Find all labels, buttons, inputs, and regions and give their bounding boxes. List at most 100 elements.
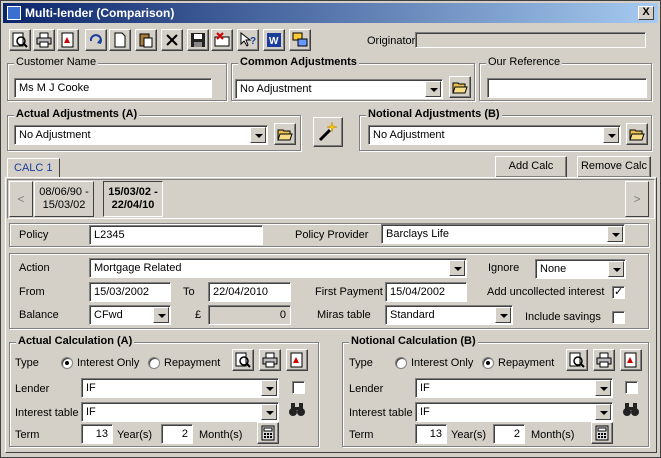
- actual-adjustments-label: Actual Adjustments (A): [14, 108, 140, 120]
- actual-adjustments-select[interactable]: No Adjustment: [14, 125, 268, 145]
- chevron-down-icon[interactable]: [153, 307, 169, 323]
- notional-adjustments-value: No Adjustment: [373, 129, 445, 141]
- save-button[interactable]: [187, 29, 209, 51]
- next-period-button[interactable]: >: [625, 181, 649, 217]
- refresh-button[interactable]: [85, 29, 107, 51]
- action-value: Mortgage Related: [94, 262, 182, 274]
- notional-pdf-button[interactable]: [620, 349, 642, 371]
- chevron-down-icon[interactable]: [261, 404, 277, 420]
- period-tab-2[interactable]: 15/03/02 - 22/04/10: [103, 181, 163, 217]
- paste-button[interactable]: [135, 29, 157, 51]
- close-button[interactable]: X: [638, 6, 654, 20]
- remove-calc-button[interactable]: Remove Calc: [577, 156, 651, 178]
- action-select[interactable]: Mortgage Related: [89, 258, 467, 278]
- actual-months-label: Month(s): [199, 429, 243, 441]
- policy-provider-value: Barclays Life: [386, 228, 449, 240]
- action-label: Action: [19, 262, 50, 274]
- common-adjustments-value: No Adjustment: [240, 83, 312, 95]
- customer-name-field[interactable]: Ms M J Cooke: [14, 78, 212, 98]
- actual-lender-checkbox[interactable]: [292, 381, 305, 394]
- ignore-select[interactable]: None: [535, 259, 626, 279]
- chevron-down-icon[interactable]: [261, 380, 277, 396]
- actual-pdf-button[interactable]: [286, 349, 308, 371]
- notional-interest-only-radio[interactable]: [395, 357, 407, 369]
- notional-calculator-button[interactable]: [591, 422, 613, 444]
- common-adjustments-label: Common Adjustments: [238, 56, 359, 68]
- notional-adjustments-open-button[interactable]: [626, 123, 648, 145]
- chevron-down-icon[interactable]: [425, 81, 441, 97]
- our-reference-label: Our Reference: [486, 56, 563, 68]
- actual-calculation-title: Actual Calculation (A): [16, 335, 135, 347]
- new-document-icon: [114, 32, 126, 48]
- notional-lender-label: Lender: [349, 383, 384, 395]
- pdf-button[interactable]: [57, 29, 79, 51]
- actual-calculator-button[interactable]: [257, 422, 279, 444]
- chevron-down-icon[interactable]: [595, 380, 611, 396]
- print-button[interactable]: [33, 29, 55, 51]
- prev-period-button[interactable]: <: [9, 181, 33, 217]
- actual-interest-only-radio[interactable]: [61, 357, 73, 369]
- policy-provider-select[interactable]: Barclays Life: [381, 224, 625, 244]
- notional-print-button[interactable]: [593, 349, 615, 371]
- notional-find-button[interactable]: [620, 399, 642, 421]
- common-adjustments-select[interactable]: No Adjustment: [235, 79, 443, 99]
- notional-interest-table-select[interactable]: IF: [415, 402, 613, 422]
- notional-repayment-radio[interactable]: [482, 357, 494, 369]
- chevron-down-icon[interactable]: [603, 127, 619, 143]
- our-reference-field[interactable]: [487, 78, 647, 98]
- preview-button[interactable]: [9, 29, 31, 51]
- window-button[interactable]: [289, 29, 311, 51]
- tab-calc-1[interactable]: CALC 1: [7, 158, 60, 178]
- add-uncollected-checkbox[interactable]: [612, 285, 625, 299]
- actual-years-field[interactable]: 13: [81, 424, 113, 444]
- notional-months-field[interactable]: 2: [493, 424, 525, 444]
- svg-text:?: ?: [250, 36, 256, 47]
- chevron-down-icon[interactable]: [250, 127, 266, 143]
- chevron-down-icon[interactable]: [607, 226, 623, 242]
- actual-print-button[interactable]: [259, 349, 281, 371]
- add-calc-button[interactable]: Add Calc: [495, 156, 567, 178]
- magic-wand-icon: [318, 121, 338, 142]
- first-payment-field[interactable]: 15/04/2002: [385, 282, 467, 302]
- help-icon: ?: [240, 32, 256, 47]
- balance-value: CFwd: [94, 309, 123, 321]
- delete-button[interactable]: [161, 29, 183, 51]
- actual-interest-table-select[interactable]: IF: [81, 402, 279, 422]
- to-date-field[interactable]: 22/04/2010: [208, 282, 291, 302]
- word-button[interactable]: W: [263, 29, 285, 51]
- new-document-button[interactable]: [109, 29, 131, 51]
- actual-preview-button[interactable]: [232, 349, 254, 371]
- from-date-field[interactable]: 15/03/2002: [89, 282, 171, 302]
- miras-table-select[interactable]: Standard: [385, 305, 513, 325]
- actual-lender-select[interactable]: IF: [81, 378, 279, 398]
- include-savings-checkbox[interactable]: [612, 311, 625, 324]
- notional-lender-select[interactable]: IF: [415, 378, 613, 398]
- help-button[interactable]: ?: [237, 29, 259, 51]
- policy-field[interactable]: L2345: [89, 225, 263, 245]
- common-adjustments-open-button[interactable]: [449, 76, 471, 98]
- notional-preview-button[interactable]: [566, 349, 588, 371]
- actual-years-label: Year(s): [117, 429, 153, 441]
- window-icon: [292, 32, 308, 47]
- notional-lender-checkbox[interactable]: [625, 381, 638, 394]
- apply-adjustments-button[interactable]: [313, 117, 343, 147]
- pdf-icon: [624, 352, 637, 368]
- actual-months-field[interactable]: 2: [161, 424, 193, 444]
- notional-years-field[interactable]: 13: [415, 424, 447, 444]
- actual-repayment-radio[interactable]: [148, 357, 160, 369]
- balance-select[interactable]: CFwd: [89, 305, 171, 325]
- actual-lender-value: IF: [86, 382, 96, 394]
- chevron-down-icon[interactable]: [595, 404, 611, 420]
- notional-type-label: Type: [349, 357, 373, 369]
- balance-label: Balance: [19, 309, 59, 321]
- chevron-down-icon[interactable]: [449, 260, 465, 276]
- actual-find-button[interactable]: [286, 399, 308, 421]
- currency-label: £: [195, 309, 202, 321]
- period-tab-1[interactable]: 08/06/90 - 15/03/02: [34, 181, 94, 217]
- chevron-down-icon[interactable]: [608, 261, 624, 277]
- notional-interest-table-value: IF: [420, 406, 430, 418]
- clear-button[interactable]: [211, 29, 233, 51]
- notional-adjustments-select[interactable]: No Adjustment: [368, 125, 621, 145]
- chevron-down-icon[interactable]: [495, 307, 511, 323]
- actual-adjustments-open-button[interactable]: [274, 123, 296, 145]
